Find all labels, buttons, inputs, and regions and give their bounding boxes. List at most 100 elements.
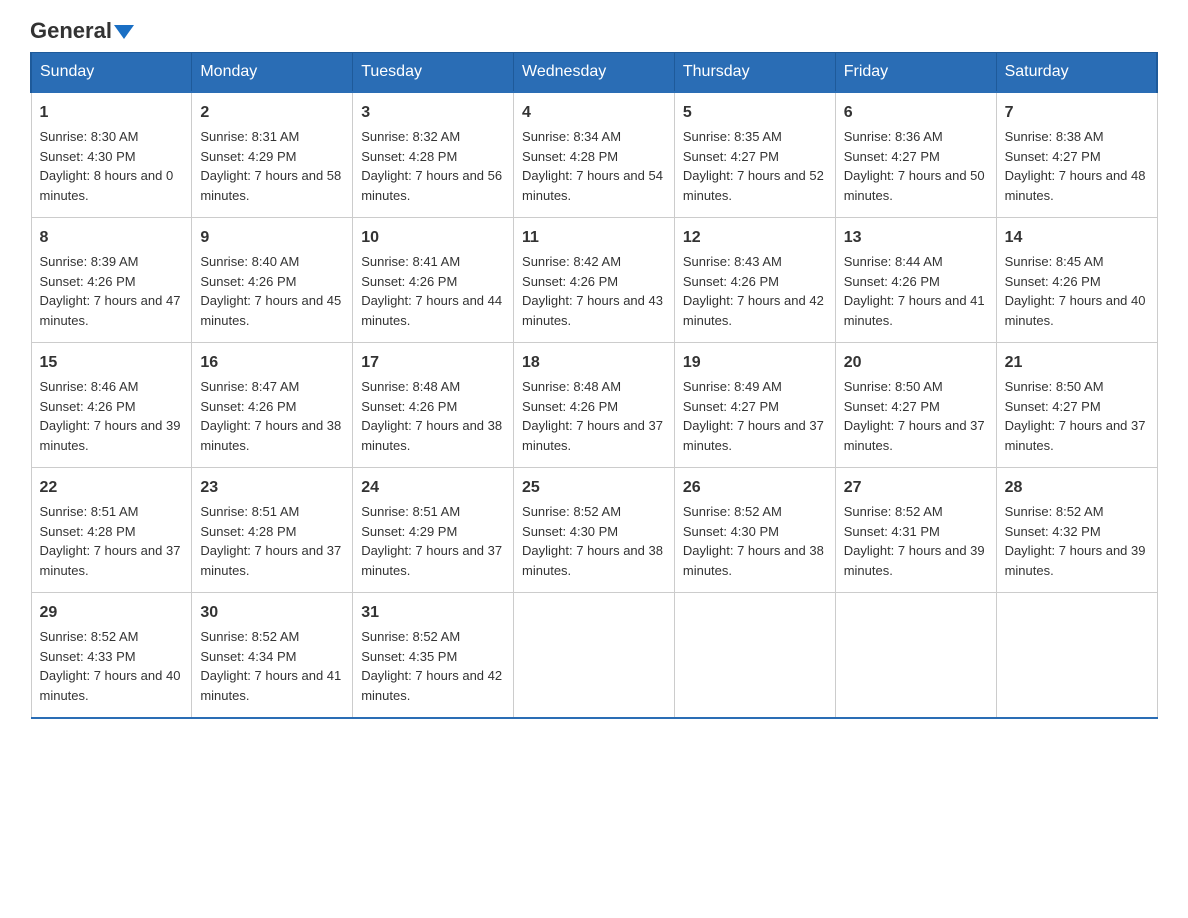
calendar-cell: 15 Sunrise: 8:46 AMSunset: 4:26 PMDaylig… <box>31 343 192 468</box>
day-info: Sunrise: 8:51 AMSunset: 4:28 PMDaylight:… <box>200 504 341 578</box>
calendar-cell: 3 Sunrise: 8:32 AMSunset: 4:28 PMDayligh… <box>353 92 514 218</box>
calendar-cell <box>674 593 835 719</box>
weekday-header-saturday: Saturday <box>996 53 1157 93</box>
day-number: 25 <box>522 476 666 500</box>
day-number: 15 <box>40 351 184 375</box>
logo-line1: General <box>30 20 134 42</box>
calendar-cell: 17 Sunrise: 8:48 AMSunset: 4:26 PMDaylig… <box>353 343 514 468</box>
day-number: 13 <box>844 226 988 250</box>
day-number: 1 <box>40 101 184 125</box>
calendar-cell: 18 Sunrise: 8:48 AMSunset: 4:26 PMDaylig… <box>514 343 675 468</box>
day-info: Sunrise: 8:52 AMSunset: 4:31 PMDaylight:… <box>844 504 985 578</box>
day-number: 8 <box>40 226 184 250</box>
weekday-header-thursday: Thursday <box>674 53 835 93</box>
calendar-cell: 31 Sunrise: 8:52 AMSunset: 4:35 PMDaylig… <box>353 593 514 719</box>
day-info: Sunrise: 8:48 AMSunset: 4:26 PMDaylight:… <box>361 379 502 453</box>
calendar-cell: 28 Sunrise: 8:52 AMSunset: 4:32 PMDaylig… <box>996 468 1157 593</box>
day-number: 31 <box>361 601 505 625</box>
day-info: Sunrise: 8:52 AMSunset: 4:30 PMDaylight:… <box>522 504 663 578</box>
day-info: Sunrise: 8:48 AMSunset: 4:26 PMDaylight:… <box>522 379 663 453</box>
day-info: Sunrise: 8:52 AMSunset: 4:34 PMDaylight:… <box>200 629 341 703</box>
calendar-cell <box>835 593 996 719</box>
day-info: Sunrise: 8:46 AMSunset: 4:26 PMDaylight:… <box>40 379 181 453</box>
weekday-header-row: SundayMondayTuesdayWednesdayThursdayFrid… <box>31 53 1157 93</box>
day-info: Sunrise: 8:51 AMSunset: 4:28 PMDaylight:… <box>40 504 181 578</box>
calendar-cell <box>514 593 675 719</box>
calendar-cell: 26 Sunrise: 8:52 AMSunset: 4:30 PMDaylig… <box>674 468 835 593</box>
week-row-4: 22 Sunrise: 8:51 AMSunset: 4:28 PMDaylig… <box>31 468 1157 593</box>
week-row-1: 1 Sunrise: 8:30 AMSunset: 4:30 PMDayligh… <box>31 92 1157 218</box>
day-number: 16 <box>200 351 344 375</box>
logo: General <box>30 20 134 42</box>
day-info: Sunrise: 8:52 AMSunset: 4:33 PMDaylight:… <box>40 629 181 703</box>
calendar-cell: 29 Sunrise: 8:52 AMSunset: 4:33 PMDaylig… <box>31 593 192 719</box>
day-number: 17 <box>361 351 505 375</box>
week-row-5: 29 Sunrise: 8:52 AMSunset: 4:33 PMDaylig… <box>31 593 1157 719</box>
calendar-cell: 23 Sunrise: 8:51 AMSunset: 4:28 PMDaylig… <box>192 468 353 593</box>
weekday-header-wednesday: Wednesday <box>514 53 675 93</box>
calendar-cell: 1 Sunrise: 8:30 AMSunset: 4:30 PMDayligh… <box>31 92 192 218</box>
day-info: Sunrise: 8:42 AMSunset: 4:26 PMDaylight:… <box>522 254 663 328</box>
weekday-header-sunday: Sunday <box>31 53 192 93</box>
calendar-cell: 6 Sunrise: 8:36 AMSunset: 4:27 PMDayligh… <box>835 92 996 218</box>
calendar-cell: 24 Sunrise: 8:51 AMSunset: 4:29 PMDaylig… <box>353 468 514 593</box>
calendar-cell: 4 Sunrise: 8:34 AMSunset: 4:28 PMDayligh… <box>514 92 675 218</box>
day-info: Sunrise: 8:47 AMSunset: 4:26 PMDaylight:… <box>200 379 341 453</box>
calendar-cell: 11 Sunrise: 8:42 AMSunset: 4:26 PMDaylig… <box>514 218 675 343</box>
day-info: Sunrise: 8:39 AMSunset: 4:26 PMDaylight:… <box>40 254 181 328</box>
day-number: 7 <box>1005 101 1149 125</box>
calendar-cell: 19 Sunrise: 8:49 AMSunset: 4:27 PMDaylig… <box>674 343 835 468</box>
calendar-cell: 16 Sunrise: 8:47 AMSunset: 4:26 PMDaylig… <box>192 343 353 468</box>
calendar-cell: 27 Sunrise: 8:52 AMSunset: 4:31 PMDaylig… <box>835 468 996 593</box>
day-number: 27 <box>844 476 988 500</box>
day-number: 9 <box>200 226 344 250</box>
page-header: General <box>30 20 1158 42</box>
weekday-header-friday: Friday <box>835 53 996 93</box>
day-info: Sunrise: 8:45 AMSunset: 4:26 PMDaylight:… <box>1005 254 1146 328</box>
calendar-cell: 13 Sunrise: 8:44 AMSunset: 4:26 PMDaylig… <box>835 218 996 343</box>
day-info: Sunrise: 8:36 AMSunset: 4:27 PMDaylight:… <box>844 129 985 203</box>
day-number: 19 <box>683 351 827 375</box>
calendar-table: SundayMondayTuesdayWednesdayThursdayFrid… <box>30 52 1158 719</box>
day-number: 26 <box>683 476 827 500</box>
day-info: Sunrise: 8:34 AMSunset: 4:28 PMDaylight:… <box>522 129 663 203</box>
day-number: 22 <box>40 476 184 500</box>
calendar-cell: 12 Sunrise: 8:43 AMSunset: 4:26 PMDaylig… <box>674 218 835 343</box>
calendar-cell: 8 Sunrise: 8:39 AMSunset: 4:26 PMDayligh… <box>31 218 192 343</box>
calendar-cell: 14 Sunrise: 8:45 AMSunset: 4:26 PMDaylig… <box>996 218 1157 343</box>
calendar-cell: 22 Sunrise: 8:51 AMSunset: 4:28 PMDaylig… <box>31 468 192 593</box>
day-info: Sunrise: 8:40 AMSunset: 4:26 PMDaylight:… <box>200 254 341 328</box>
day-number: 4 <box>522 101 666 125</box>
weekday-header-tuesday: Tuesday <box>353 53 514 93</box>
calendar-cell: 5 Sunrise: 8:35 AMSunset: 4:27 PMDayligh… <box>674 92 835 218</box>
day-info: Sunrise: 8:51 AMSunset: 4:29 PMDaylight:… <box>361 504 502 578</box>
calendar-cell: 30 Sunrise: 8:52 AMSunset: 4:34 PMDaylig… <box>192 593 353 719</box>
day-number: 18 <box>522 351 666 375</box>
day-number: 5 <box>683 101 827 125</box>
day-number: 12 <box>683 226 827 250</box>
day-number: 14 <box>1005 226 1149 250</box>
day-number: 23 <box>200 476 344 500</box>
day-number: 24 <box>361 476 505 500</box>
day-number: 21 <box>1005 351 1149 375</box>
day-info: Sunrise: 8:52 AMSunset: 4:35 PMDaylight:… <box>361 629 502 703</box>
day-info: Sunrise: 8:32 AMSunset: 4:28 PMDaylight:… <box>361 129 502 203</box>
day-info: Sunrise: 8:44 AMSunset: 4:26 PMDaylight:… <box>844 254 985 328</box>
day-number: 30 <box>200 601 344 625</box>
day-info: Sunrise: 8:38 AMSunset: 4:27 PMDaylight:… <box>1005 129 1146 203</box>
day-number: 20 <box>844 351 988 375</box>
day-number: 2 <box>200 101 344 125</box>
day-number: 29 <box>40 601 184 625</box>
calendar-cell: 7 Sunrise: 8:38 AMSunset: 4:27 PMDayligh… <box>996 92 1157 218</box>
day-info: Sunrise: 8:50 AMSunset: 4:27 PMDaylight:… <box>1005 379 1146 453</box>
day-info: Sunrise: 8:35 AMSunset: 4:27 PMDaylight:… <box>683 129 824 203</box>
day-info: Sunrise: 8:31 AMSunset: 4:29 PMDaylight:… <box>200 129 341 203</box>
calendar-cell: 9 Sunrise: 8:40 AMSunset: 4:26 PMDayligh… <box>192 218 353 343</box>
day-info: Sunrise: 8:41 AMSunset: 4:26 PMDaylight:… <box>361 254 502 328</box>
weekday-header-monday: Monday <box>192 53 353 93</box>
calendar-cell <box>996 593 1157 719</box>
day-info: Sunrise: 8:49 AMSunset: 4:27 PMDaylight:… <box>683 379 824 453</box>
day-info: Sunrise: 8:50 AMSunset: 4:27 PMDaylight:… <box>844 379 985 453</box>
day-info: Sunrise: 8:52 AMSunset: 4:30 PMDaylight:… <box>683 504 824 578</box>
day-number: 28 <box>1005 476 1149 500</box>
